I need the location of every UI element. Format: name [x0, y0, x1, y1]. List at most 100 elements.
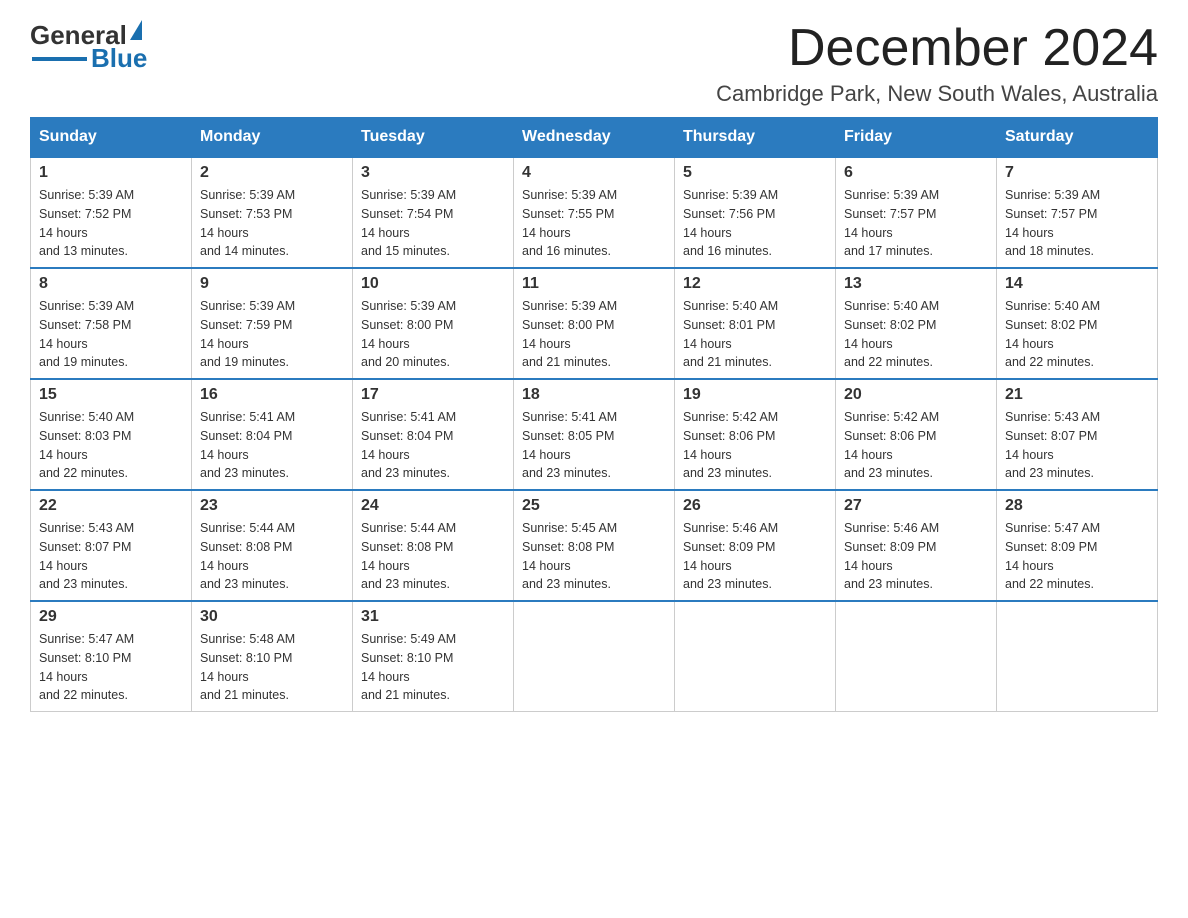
calendar-cell: 19 Sunrise: 5:42 AMSunset: 8:06 PM14 hou…: [675, 379, 836, 490]
day-info: Sunrise: 5:41 AMSunset: 8:05 PM14 hoursa…: [522, 408, 666, 483]
day-number: 26: [683, 497, 827, 515]
calendar-cell: [836, 601, 997, 712]
day-info: Sunrise: 5:40 AMSunset: 8:01 PM14 hoursa…: [683, 297, 827, 372]
calendar-cell: 5 Sunrise: 5:39 AMSunset: 7:56 PM14 hour…: [675, 157, 836, 268]
calendar-cell: 16 Sunrise: 5:41 AMSunset: 8:04 PM14 hou…: [192, 379, 353, 490]
day-number: 19: [683, 386, 827, 404]
location-subtitle: Cambridge Park, New South Wales, Austral…: [716, 81, 1158, 107]
day-number: 27: [844, 497, 988, 515]
day-number: 7: [1005, 164, 1149, 182]
day-info: Sunrise: 5:47 AMSunset: 8:10 PM14 hoursa…: [39, 630, 183, 705]
calendar-header-sunday: Sunday: [31, 118, 192, 158]
day-number: 4: [522, 164, 666, 182]
day-number: 30: [200, 608, 344, 626]
calendar-header-tuesday: Tuesday: [353, 118, 514, 158]
calendar-cell: 20 Sunrise: 5:42 AMSunset: 8:06 PM14 hou…: [836, 379, 997, 490]
calendar-cell: 22 Sunrise: 5:43 AMSunset: 8:07 PM14 hou…: [31, 490, 192, 601]
calendar-cell: 23 Sunrise: 5:44 AMSunset: 8:08 PM14 hou…: [192, 490, 353, 601]
calendar-header-friday: Friday: [836, 118, 997, 158]
calendar-header-wednesday: Wednesday: [514, 118, 675, 158]
day-info: Sunrise: 5:47 AMSunset: 8:09 PM14 hoursa…: [1005, 519, 1149, 594]
calendar-cell: 8 Sunrise: 5:39 AMSunset: 7:58 PM14 hour…: [31, 268, 192, 379]
calendar-cell: 25 Sunrise: 5:45 AMSunset: 8:08 PM14 hou…: [514, 490, 675, 601]
calendar-header-monday: Monday: [192, 118, 353, 158]
day-info: Sunrise: 5:43 AMSunset: 8:07 PM14 hoursa…: [1005, 408, 1149, 483]
day-info: Sunrise: 5:39 AMSunset: 7:55 PM14 hoursa…: [522, 186, 666, 261]
day-info: Sunrise: 5:39 AMSunset: 7:57 PM14 hoursa…: [844, 186, 988, 261]
day-number: 9: [200, 275, 344, 293]
calendar-cell: 10 Sunrise: 5:39 AMSunset: 8:00 PM14 hou…: [353, 268, 514, 379]
calendar-header-thursday: Thursday: [675, 118, 836, 158]
calendar-cell: 21 Sunrise: 5:43 AMSunset: 8:07 PM14 hou…: [997, 379, 1158, 490]
calendar-cell: 2 Sunrise: 5:39 AMSunset: 7:53 PM14 hour…: [192, 157, 353, 268]
day-info: Sunrise: 5:42 AMSunset: 8:06 PM14 hoursa…: [844, 408, 988, 483]
calendar-cell: 13 Sunrise: 5:40 AMSunset: 8:02 PM14 hou…: [836, 268, 997, 379]
day-number: 8: [39, 275, 183, 293]
calendar-cell: 9 Sunrise: 5:39 AMSunset: 7:59 PM14 hour…: [192, 268, 353, 379]
day-info: Sunrise: 5:39 AMSunset: 7:52 PM14 hoursa…: [39, 186, 183, 261]
day-number: 25: [522, 497, 666, 515]
day-number: 21: [1005, 386, 1149, 404]
day-info: Sunrise: 5:42 AMSunset: 8:06 PM14 hoursa…: [683, 408, 827, 483]
day-number: 10: [361, 275, 505, 293]
calendar-cell: 3 Sunrise: 5:39 AMSunset: 7:54 PM14 hour…: [353, 157, 514, 268]
calendar-cell: [997, 601, 1158, 712]
calendar-cell: [675, 601, 836, 712]
day-number: 11: [522, 275, 666, 293]
day-number: 5: [683, 164, 827, 182]
calendar-cell: 7 Sunrise: 5:39 AMSunset: 7:57 PM14 hour…: [997, 157, 1158, 268]
day-info: Sunrise: 5:40 AMSunset: 8:02 PM14 hoursa…: [1005, 297, 1149, 372]
day-info: Sunrise: 5:39 AMSunset: 8:00 PM14 hoursa…: [361, 297, 505, 372]
calendar-cell: 31 Sunrise: 5:49 AMSunset: 8:10 PM14 hou…: [353, 601, 514, 712]
day-number: 15: [39, 386, 183, 404]
day-number: 31: [361, 608, 505, 626]
logo-blue-text: Blue: [91, 43, 147, 74]
day-number: 12: [683, 275, 827, 293]
day-info: Sunrise: 5:40 AMSunset: 8:02 PM14 hoursa…: [844, 297, 988, 372]
day-number: 3: [361, 164, 505, 182]
calendar-cell: 11 Sunrise: 5:39 AMSunset: 8:00 PM14 hou…: [514, 268, 675, 379]
day-number: 22: [39, 497, 183, 515]
day-number: 16: [200, 386, 344, 404]
day-number: 1: [39, 164, 183, 182]
day-info: Sunrise: 5:39 AMSunset: 7:57 PM14 hoursa…: [1005, 186, 1149, 261]
calendar-header-row: SundayMondayTuesdayWednesdayThursdayFrid…: [31, 118, 1158, 158]
calendar-week-row: 8 Sunrise: 5:39 AMSunset: 7:58 PM14 hour…: [31, 268, 1158, 379]
calendar-week-row: 1 Sunrise: 5:39 AMSunset: 7:52 PM14 hour…: [31, 157, 1158, 268]
calendar-week-row: 22 Sunrise: 5:43 AMSunset: 8:07 PM14 hou…: [31, 490, 1158, 601]
day-info: Sunrise: 5:39 AMSunset: 7:53 PM14 hoursa…: [200, 186, 344, 261]
title-section: December 2024 Cambridge Park, New South …: [716, 20, 1158, 107]
day-number: 28: [1005, 497, 1149, 515]
calendar-cell: 24 Sunrise: 5:44 AMSunset: 8:08 PM14 hou…: [353, 490, 514, 601]
calendar-cell: [514, 601, 675, 712]
day-info: Sunrise: 5:46 AMSunset: 8:09 PM14 hoursa…: [683, 519, 827, 594]
day-info: Sunrise: 5:41 AMSunset: 8:04 PM14 hoursa…: [200, 408, 344, 483]
day-info: Sunrise: 5:48 AMSunset: 8:10 PM14 hoursa…: [200, 630, 344, 705]
day-number: 20: [844, 386, 988, 404]
day-number: 29: [39, 608, 183, 626]
day-info: Sunrise: 5:44 AMSunset: 8:08 PM14 hoursa…: [361, 519, 505, 594]
month-title: December 2024: [716, 20, 1158, 77]
day-number: 14: [1005, 275, 1149, 293]
calendar-cell: 1 Sunrise: 5:39 AMSunset: 7:52 PM14 hour…: [31, 157, 192, 268]
calendar-week-row: 29 Sunrise: 5:47 AMSunset: 8:10 PM14 hou…: [31, 601, 1158, 712]
day-info: Sunrise: 5:39 AMSunset: 8:00 PM14 hoursa…: [522, 297, 666, 372]
day-number: 18: [522, 386, 666, 404]
calendar-cell: 12 Sunrise: 5:40 AMSunset: 8:01 PM14 hou…: [675, 268, 836, 379]
calendar-cell: 4 Sunrise: 5:39 AMSunset: 7:55 PM14 hour…: [514, 157, 675, 268]
day-number: 2: [200, 164, 344, 182]
page-header: General Blue December 2024 Cambridge Par…: [30, 20, 1158, 107]
day-info: Sunrise: 5:44 AMSunset: 8:08 PM14 hoursa…: [200, 519, 344, 594]
logo-blue-bar: [32, 57, 87, 61]
day-number: 24: [361, 497, 505, 515]
day-info: Sunrise: 5:39 AMSunset: 7:54 PM14 hoursa…: [361, 186, 505, 261]
day-info: Sunrise: 5:43 AMSunset: 8:07 PM14 hoursa…: [39, 519, 183, 594]
day-info: Sunrise: 5:49 AMSunset: 8:10 PM14 hoursa…: [361, 630, 505, 705]
calendar-cell: 27 Sunrise: 5:46 AMSunset: 8:09 PM14 hou…: [836, 490, 997, 601]
calendar-cell: 30 Sunrise: 5:48 AMSunset: 8:10 PM14 hou…: [192, 601, 353, 712]
calendar-header-saturday: Saturday: [997, 118, 1158, 158]
calendar-cell: 29 Sunrise: 5:47 AMSunset: 8:10 PM14 hou…: [31, 601, 192, 712]
day-number: 13: [844, 275, 988, 293]
day-number: 17: [361, 386, 505, 404]
day-info: Sunrise: 5:39 AMSunset: 7:56 PM14 hoursa…: [683, 186, 827, 261]
